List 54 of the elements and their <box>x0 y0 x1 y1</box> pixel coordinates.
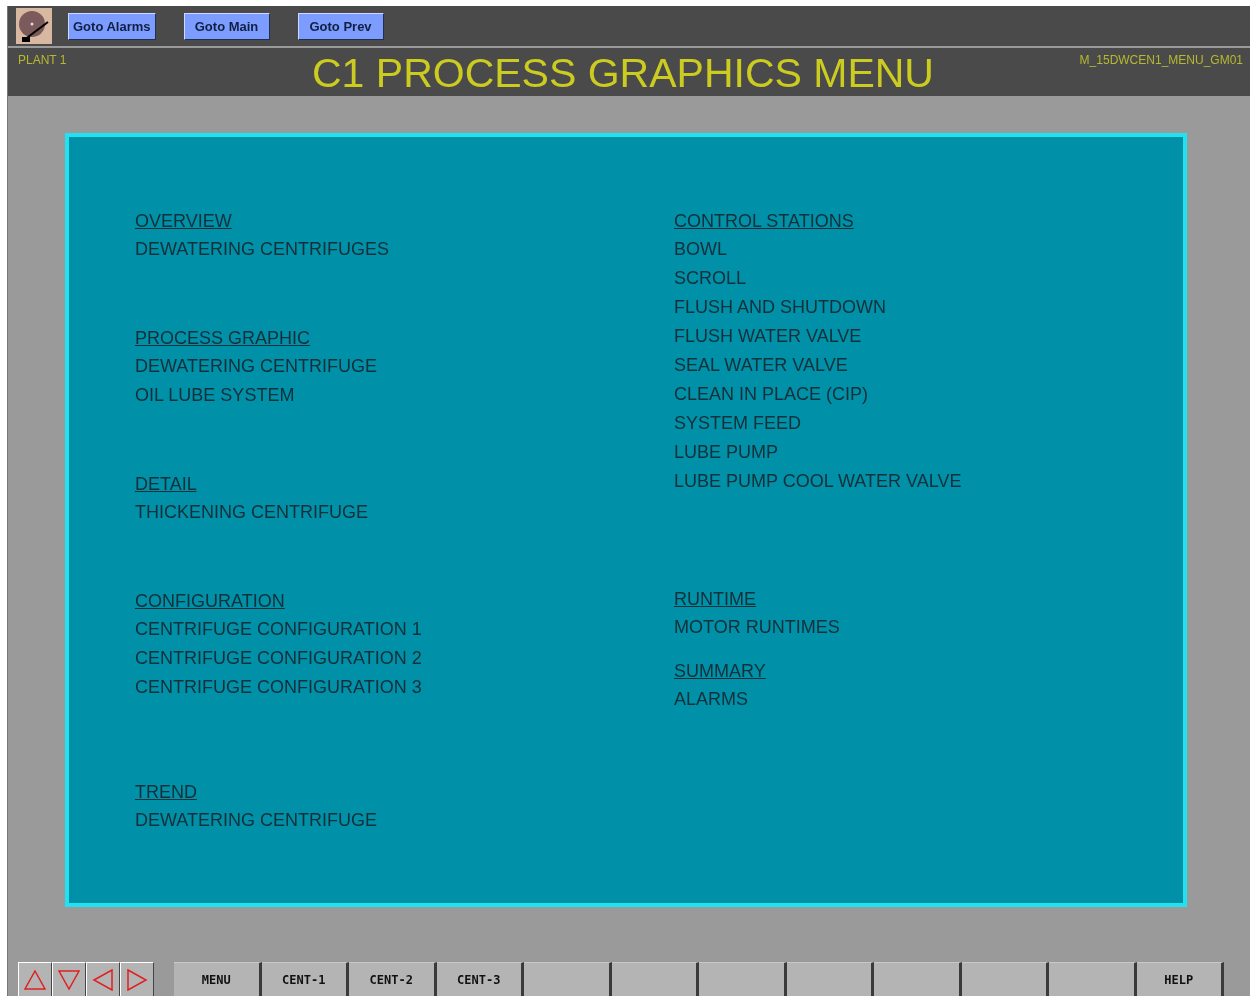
blank-button[interactable] <box>874 962 962 996</box>
menu-link[interactable]: SYSTEM FEED <box>674 409 802 438</box>
menu-link[interactable]: DEWATERING CENTRIFUGE <box>135 806 377 835</box>
menu-link[interactable]: SEAL WATER VALVE <box>674 351 848 380</box>
blank-button[interactable] <box>699 962 787 996</box>
blank-button[interactable] <box>786 962 874 996</box>
menu-link[interactable]: MOTOR RUNTIMES <box>674 613 840 642</box>
menu-link[interactable]: CENTRIFUGE CONFIGURATION 1 <box>135 615 422 644</box>
arrow-button[interactable] <box>18 962 52 996</box>
menu-link[interactable]: DEWATERING CENTRIFUGE <box>135 352 377 381</box>
down-triangle-icon <box>58 968 80 991</box>
screen-title: C1 PROCESS GRAPHICS MENU <box>312 51 935 95</box>
screen-button[interactable]: HELP <box>1136 962 1224 996</box>
arrow-button[interactable] <box>120 962 154 996</box>
blank-button[interactable] <box>961 962 1049 996</box>
menu-link[interactable]: CLEAN IN PLACE (CIP) <box>674 380 869 409</box>
section-heading[interactable]: OVERVIEW <box>135 207 232 235</box>
nav-button[interactable]: Goto Main <box>183 12 270 40</box>
section-heading[interactable]: CONTROL STATIONS <box>674 207 854 235</box>
menu-link[interactable]: LUBE PUMP COOL WATER VALVE <box>674 467 962 496</box>
screen-button[interactable]: CENT-3 <box>436 962 524 996</box>
screen-button[interactable]: CENT-2 <box>349 962 437 996</box>
blank-button[interactable] <box>611 962 699 996</box>
screen-id: M_15DWCEN1_MENU_GM01 <box>1079 52 1243 67</box>
section-heading[interactable]: DETAIL <box>135 470 197 498</box>
plant-label: PLANT 1 <box>18 52 68 67</box>
screen-button[interactable]: MENU <box>174 962 262 996</box>
menu-link[interactable]: LUBE PUMP <box>674 438 779 467</box>
menu-link[interactable]: DEWATERING CENTRIFUGES <box>135 235 389 264</box>
screen-button[interactable]: CENT-1 <box>261 962 349 996</box>
blank-button[interactable] <box>1049 962 1137 996</box>
menu-link[interactable]: OIL LUBE SYSTEM <box>135 381 295 410</box>
blank-button[interactable] <box>524 962 612 996</box>
nav-button[interactable]: Goto Prev <box>297 12 384 40</box>
menu-link[interactable]: CENTRIFUGE CONFIGURATION 3 <box>135 673 422 702</box>
menu-link[interactable]: THICKENING CENTRIFUGE <box>135 498 368 527</box>
bell-icon <box>16 8 52 44</box>
section-heading[interactable]: TREND <box>135 778 197 806</box>
section-heading[interactable]: CONFIGURATION <box>135 587 285 615</box>
right-triangle-icon <box>126 968 148 991</box>
nav-button[interactable]: Goto Alarms <box>68 12 156 40</box>
left-triangle-icon <box>92 968 114 991</box>
menu-link[interactable]: BOWL <box>674 235 727 264</box>
menu-link[interactable]: ALARMS <box>674 685 749 714</box>
arrow-button[interactable] <box>86 962 120 996</box>
up-triangle-icon <box>24 968 46 991</box>
arrow-button[interactable] <box>52 962 86 996</box>
menu-link[interactable]: CENTRIFUGE CONFIGURATION 2 <box>135 644 422 673</box>
menu-link[interactable]: FLUSH AND SHUTDOWN <box>674 293 886 322</box>
menu-link[interactable]: FLUSH WATER VALVE <box>674 322 862 351</box>
section-heading[interactable]: PROCESS GRAPHIC <box>135 324 311 352</box>
section-heading[interactable]: SUMMARY <box>674 657 766 685</box>
section-heading[interactable]: RUNTIME <box>674 585 756 613</box>
menu-link[interactable]: SCROLL <box>674 264 747 293</box>
